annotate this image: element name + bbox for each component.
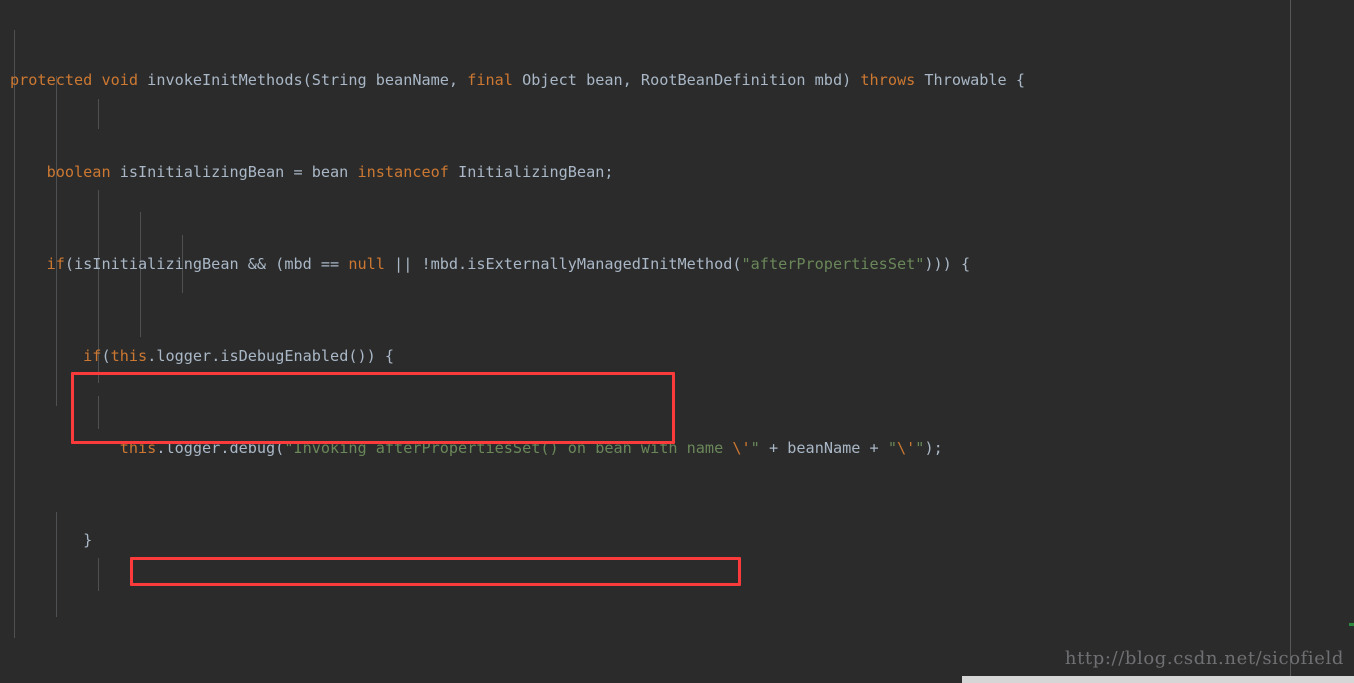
- horizontal-scrollbar-thumb[interactable]: [962, 676, 1354, 683]
- code-line: this.logger.debug("Invoking afterPropert…: [119, 439, 943, 457]
- code-editor-pane[interactable]: protected void invokeInitMethods(String …: [0, 0, 1354, 683]
- source-code-text[interactable]: protected void invokeInitMethods(String …: [0, 0, 1354, 683]
- code-line: if(isInitializingBean && (mbd == null ||…: [46, 255, 971, 273]
- change-marker-icon[interactable]: [1349, 623, 1354, 626]
- watermark-url: http://blog.csdn.net/sicofield: [1064, 648, 1344, 669]
- code-line: }: [10, 531, 93, 549]
- code-line: protected void invokeInitMethods(String …: [10, 71, 1025, 89]
- code-line: if(this.logger.isDebugEnabled()) {: [83, 347, 395, 365]
- code-line: boolean isInitializingBean = bean instan…: [46, 163, 614, 181]
- horizontal-scrollbar-track[interactable]: [0, 676, 1354, 683]
